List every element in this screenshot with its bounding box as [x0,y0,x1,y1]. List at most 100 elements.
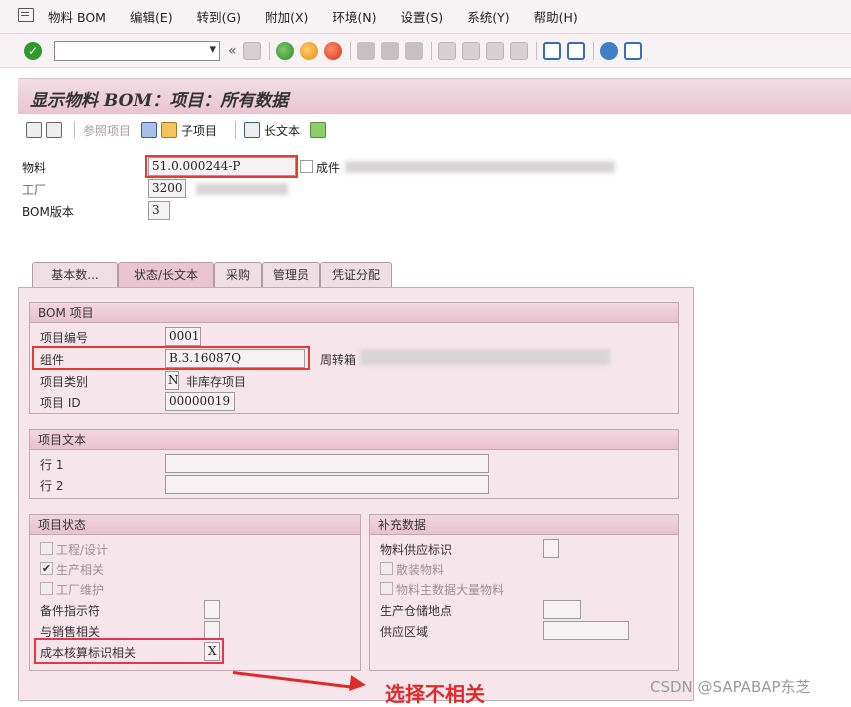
standard-toolbar: ✓ « [0,34,851,68]
supplementary-data-group: 补充数据 物料供应标识 散装物料 物料主数据大量物料 生产仓储地点 供应区域 [369,514,679,671]
find-icon[interactable] [380,41,399,60]
production-storage-label: 生产仓储地点 [380,604,453,618]
group-title: 项目文本 [30,430,678,450]
toolbar-separator [74,121,75,139]
save-icon[interactable] [242,41,261,60]
screen-title-bar: 显示物料 BOM：项目：所有数据 [18,78,851,114]
transfer-icon[interactable] [310,122,327,138]
tab-administration[interactable]: 管理员 [262,262,320,288]
toolbar-separator [592,41,594,60]
cancel-icon[interactable] [323,41,342,60]
material-provision-label: 物料供应标识 [380,543,453,557]
tab-purchasing[interactable]: 采购 [214,262,262,288]
first-page-icon[interactable] [437,41,456,60]
menu-item-environment[interactable]: 环境(N) [332,7,376,26]
menu-item-system[interactable]: 系统(Y) [467,7,509,26]
item-text-group: 项目文本 行 1 行 2 [29,429,679,499]
menu-item-edit[interactable]: 编辑(E) [130,7,173,26]
bom-version-field[interactable]: 3 [148,201,170,220]
reference-item-button[interactable]: 参照项目 [83,122,131,139]
menu-item-settings[interactable]: 设置(S) [401,7,444,26]
collapse-icon[interactable]: « [228,43,237,59]
toolbar-separator [268,41,270,60]
item-number-field[interactable]: 0001 [165,327,201,346]
plant-field[interactable]: 3200 [148,179,186,198]
exit-icon[interactable] [299,41,318,60]
spare-part-indicator-label: 备件指示符 [40,604,101,618]
command-field[interactable] [54,40,220,61]
plant-maintenance-label: 工厂维护 [56,583,105,597]
group-title: 项目状态 [30,515,360,535]
engineering-checkbox[interactable] [40,542,53,555]
production-checkbox[interactable]: ✔ [40,562,53,575]
back-icon[interactable] [275,41,294,60]
plant-maintenance-checkbox[interactable] [40,582,53,595]
text-line-2-label: 行 2 [40,479,64,493]
tab-body: BOM 项目 项目编号 0001 组件 B.3.16087Q 周转箱 项目类别 … [18,287,694,701]
customize-layout-icon[interactable] [623,41,642,60]
item-number-label: 项目编号 [40,331,89,345]
last-page-icon[interactable] [509,41,528,60]
stack-icon[interactable] [141,122,158,138]
print-icon[interactable] [356,41,375,60]
tab-document-assignment[interactable]: 凭证分配 [320,262,392,288]
bulk-material-master-checkbox[interactable] [380,582,393,595]
menu-bar: 物料 BOM 编辑(E) 转到(G) 附加(X) 环境(N) 设置(S) 系统(… [0,0,851,34]
item-id-field[interactable]: 00000019 [165,392,235,411]
menu-item-extras[interactable]: 附加(X) [265,7,308,26]
bom-version-label: BOM版本 [22,205,74,219]
find-next-icon[interactable] [404,41,423,60]
item-category-field[interactable]: N [165,371,179,390]
group-title: BOM 项目 [30,303,678,323]
application-toolbar: 参照项目 子项目 长文本 [18,116,851,144]
next-page-icon[interactable] [485,41,504,60]
production-label: 生产相关 [56,563,105,577]
tab-basic-data[interactable]: 基本数... [32,262,118,288]
bom-item-group: BOM 项目 项目编号 0001 组件 B.3.16087Q 周转箱 项目类别 … [29,302,679,414]
supply-area-label: 供应区域 [380,625,429,639]
redacted-text [196,183,288,195]
spare-part-indicator-field[interactable] [204,600,220,619]
item-status-group: 项目状态 工程/设计 ✔ 生产相关 工厂维护 备件指示符 与销售相关 成本核算标… [29,514,361,671]
bulk-material-checkbox[interactable] [380,562,393,575]
supply-area-field[interactable] [543,621,629,640]
previous-page-icon[interactable] [461,41,480,60]
material-highlight [145,155,298,178]
next-item-icon[interactable] [46,122,62,138]
page-title: 显示物料 BOM：项目：所有数据 [30,91,289,111]
material-provision-field[interactable] [543,539,559,558]
tab-status-long-text[interactable]: 状态/长文本 [118,262,214,289]
new-session-icon[interactable] [542,41,561,60]
item-category-description: 非库存项目 [186,375,247,389]
sub-item-icon [161,122,178,138]
text-line-2-field[interactable] [165,475,489,494]
bulk-material-label: 散装物料 [396,563,445,577]
long-text-icon [244,122,261,138]
toolbar-separator [535,41,537,60]
copy-icon[interactable] [300,160,313,173]
menu-item-help[interactable]: 帮助(H) [534,7,578,26]
plant-label: 工厂 [22,183,47,197]
production-storage-field[interactable] [543,600,581,619]
long-text-button[interactable]: 长文本 [264,122,300,139]
previous-item-icon[interactable] [26,122,42,138]
menu-item-bom[interactable]: 物料 BOM [48,7,106,26]
group-title: 补充数据 [370,515,678,535]
item-id-label: 项目 ID [40,396,81,410]
menu-icon[interactable] [18,7,34,22]
toolbar-separator [235,121,237,139]
component-description: 周转箱 [320,353,357,367]
material-label: 物料 [22,161,47,175]
component-highlight [32,346,310,370]
bulk-material-master-label: 物料主数据大量物料 [396,583,505,597]
watermark: CSDN @SAPABAP东芝 [650,678,811,696]
menu-item-goto[interactable]: 转到(G) [197,7,241,26]
text-line-1-field[interactable] [165,454,489,473]
item-category-label: 项目类别 [40,375,89,389]
help-icon[interactable] [599,41,618,60]
enter-check-icon[interactable]: ✓ [24,41,42,60]
toolbar-separator [430,41,432,60]
sub-item-button[interactable]: 子项目 [181,122,217,139]
shortcut-icon[interactable] [566,41,585,60]
annotation-arrow-head [349,675,367,693]
